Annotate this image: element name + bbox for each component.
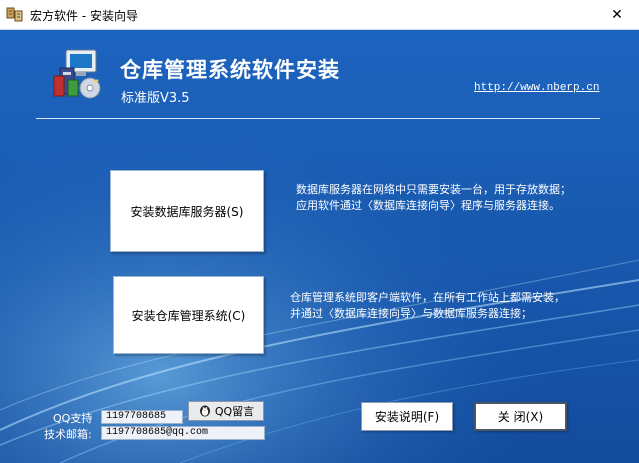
website-link[interactable]: http://www.nberp.cn bbox=[474, 82, 599, 94]
qq-penguin-icon bbox=[198, 403, 212, 420]
install-instructions-button[interactable]: 安装说明(F) bbox=[361, 402, 453, 431]
close-button[interactable]: 关 闭(X) bbox=[474, 402, 567, 431]
qq-number-field: 1197708685 bbox=[101, 410, 183, 424]
database-server-description-line2: 应用软件通过〈数据库连接向导〉程序与服务器连接。 bbox=[296, 199, 560, 212]
qq-message-label: QQ留言 bbox=[214, 405, 255, 418]
qq-message-button[interactable]: QQ留言 bbox=[188, 401, 264, 421]
tech-email-label: 技术邮箱: bbox=[44, 428, 92, 441]
warehouse-system-description-line1: 仓库管理系统即客户端软件，在所有工作站上都需安装， bbox=[290, 291, 565, 304]
window-title: 宏方软件 - 安装向导 bbox=[30, 9, 138, 23]
database-server-description: 数据库服务器在网络中只需要安装一台，用于存放数据； 应用软件通过〈数据库连接向导… bbox=[296, 182, 636, 214]
window-close-button[interactable]: ✕ bbox=[595, 0, 639, 30]
main-panel: 仓库管理系统软件安装 标准版V3.5 http://www.nberp.cn 安… bbox=[0, 30, 639, 463]
database-server-description-line1: 数据库服务器在网络中只需要安装一台，用于存放数据； bbox=[296, 183, 571, 196]
app-icon bbox=[6, 6, 24, 24]
installer-logo-icon bbox=[50, 46, 106, 102]
header-divider bbox=[36, 118, 600, 119]
title-bar: 宏方软件 - 安装向导 ✕ bbox=[0, 0, 639, 30]
install-database-server-label: 安装数据库服务器(S) bbox=[130, 204, 244, 219]
page-title: 仓库管理系统软件安装 bbox=[120, 58, 340, 82]
qq-support-label: QQ支持 bbox=[53, 412, 93, 425]
close-button-label: 关 闭(X) bbox=[497, 410, 544, 424]
install-database-server-button[interactable]: 安装数据库服务器(S) bbox=[110, 170, 264, 252]
install-warehouse-system-label: 安装仓库管理系统(C) bbox=[131, 308, 246, 323]
warehouse-system-description: 仓库管理系统即客户端软件，在所有工作站上都需安装， 并通过〈数据库连接向导〉与数… bbox=[290, 290, 635, 322]
warehouse-system-description-line2: 并通过〈数据库连接向导〉与数据库服务器连接； bbox=[290, 307, 532, 320]
install-instructions-label: 安装说明(F) bbox=[374, 410, 440, 424]
tech-email-field: 1197708685@qq.com bbox=[101, 426, 265, 440]
installer-window: 宏方软件 - 安装向导 ✕ 仓库管理系统软件安装 标准版V3.5 http://… bbox=[0, 0, 639, 463]
edition-label: 标准版V3.5 bbox=[121, 91, 190, 106]
install-warehouse-system-button[interactable]: 安装仓库管理系统(C) bbox=[113, 276, 264, 354]
close-icon: ✕ bbox=[611, 7, 623, 23]
